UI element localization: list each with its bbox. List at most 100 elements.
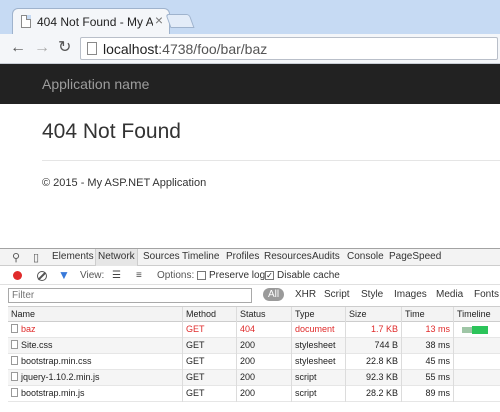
- clear-icon[interactable]: [37, 271, 47, 281]
- cell-method: GET: [183, 370, 237, 386]
- footer-text: © 2015 - My ASP.NET Application: [42, 177, 207, 189]
- tab-console[interactable]: Console: [347, 251, 384, 262]
- cell-timeline: [454, 322, 500, 338]
- page-title: 404 Not Found: [42, 120, 181, 143]
- app-name-link[interactable]: Application name: [42, 76, 149, 92]
- cell-timeline: [454, 354, 500, 370]
- request-name[interactable]: baz: [21, 324, 36, 334]
- cell-method: GET: [183, 338, 237, 354]
- filter-type-script[interactable]: Script: [324, 289, 350, 300]
- cell-size: 28.2 KB: [346, 386, 402, 402]
- cell-name: baz: [8, 322, 183, 338]
- column-header-type[interactable]: Type: [292, 307, 346, 323]
- url-path: :4738/foo/bar/baz: [158, 41, 268, 57]
- column-header-status[interactable]: Status: [237, 307, 292, 323]
- close-tab-icon[interactable]: ×: [155, 12, 163, 28]
- request-name[interactable]: jquery-1.10.2.min.js: [21, 372, 100, 382]
- filter-type-all[interactable]: All: [263, 288, 285, 301]
- table-header: Name Method Status Type Size Time Timeli…: [8, 306, 500, 323]
- record-icon[interactable]: [13, 271, 22, 280]
- cell-status: 200: [237, 354, 292, 370]
- device-mode-icon[interactable]: ▯: [33, 251, 39, 264]
- page-icon: [87, 42, 97, 55]
- table-row[interactable]: jquery-1.10.2.min.js GET 200 script 92.3 KB 5…: [8, 370, 500, 386]
- request-name[interactable]: bootstrap.min.css: [21, 356, 92, 366]
- file-icon: [11, 372, 18, 381]
- filter-input[interactable]: [8, 288, 252, 303]
- overview-icon[interactable]: ≡: [136, 270, 142, 281]
- cell-status: 404: [237, 322, 292, 338]
- tab-sources[interactable]: Sources: [143, 251, 180, 262]
- cell-size: 1.7 KB: [346, 322, 402, 338]
- file-icon: [11, 356, 18, 365]
- filter-type-fonts[interactable]: Fonts: [474, 289, 499, 300]
- table-row[interactable]: bootstrap.min.css GET 200 stylesheet 22.8 KB…: [8, 354, 500, 370]
- tab-pagespeed[interactable]: PageSpeed: [389, 251, 441, 262]
- cell-time: 55 ms: [402, 370, 454, 386]
- column-header-size[interactable]: Size: [346, 307, 402, 323]
- disable-cache-label: Disable cache: [277, 270, 340, 281]
- tab-network[interactable]: Network: [95, 249, 138, 266]
- devtools-panel: ⚲ ▯ Elements Network Sources Timeline Pr…: [0, 248, 500, 412]
- inspect-element-icon[interactable]: ⚲: [12, 251, 20, 264]
- browser-tab[interactable]: 404 Not Found - My ASP ×: [12, 8, 170, 34]
- cell-type: stylesheet: [292, 354, 346, 370]
- url-text: localhost:4738/foo/bar/baz: [103, 41, 267, 57]
- tab-profiles[interactable]: Profiles: [226, 251, 259, 262]
- cell-timeline: [454, 338, 500, 354]
- cell-type: script: [292, 386, 346, 402]
- table-row[interactable]: Site.css GET 200 stylesheet 744 B 38 ms: [8, 338, 500, 354]
- address-bar[interactable]: localhost:4738/foo/bar/baz: [80, 37, 498, 60]
- large-rows-icon[interactable]: ☰: [112, 270, 121, 281]
- cell-type: script: [292, 370, 346, 386]
- cell-time: 38 ms: [402, 338, 454, 354]
- forward-arrow-icon[interactable]: →: [34, 39, 50, 57]
- reload-icon[interactable]: ↻: [58, 39, 71, 57]
- table-row[interactable]: baz GET 404 document 1.7 KB 13 ms: [8, 322, 500, 338]
- tab-elements[interactable]: Elements: [52, 251, 94, 262]
- filter-type-xhr[interactable]: XHR: [295, 289, 316, 300]
- column-header-name[interactable]: Name: [8, 307, 183, 323]
- filter-funnel-icon[interactable]: ▼: [58, 268, 70, 282]
- column-header-timeline[interactable]: Timeline: [454, 307, 500, 323]
- back-arrow-icon[interactable]: ←: [10, 39, 26, 57]
- devtools-tab-bar: ⚲ ▯ Elements Network Sources Timeline Pr…: [0, 249, 500, 266]
- file-icon: [11, 388, 18, 397]
- column-header-time[interactable]: Time: [402, 307, 454, 323]
- timeline-waiting-bar: [462, 327, 472, 333]
- disable-cache-checkbox[interactable]: ✓: [265, 271, 274, 280]
- cell-size: 92.3 KB: [346, 370, 402, 386]
- cell-time: 45 ms: [402, 354, 454, 370]
- network-table: Name Method Status Type Size Time Timeli…: [8, 306, 500, 402]
- request-name[interactable]: Site.css: [21, 340, 53, 350]
- network-controls: ▼ View: ☰ ≡ Options: Preserve log ✓ Disa…: [0, 267, 500, 285]
- cell-time: 13 ms: [402, 322, 454, 338]
- cell-status: 200: [237, 370, 292, 386]
- options-label: Options:: [157, 270, 195, 281]
- column-header-method[interactable]: Method: [183, 307, 237, 323]
- cell-type: stylesheet: [292, 338, 346, 354]
- cell-size: 744 B: [346, 338, 402, 354]
- cell-name: jquery-1.10.2.min.js: [8, 370, 183, 386]
- new-tab-button[interactable]: [165, 14, 195, 28]
- filter-type-media[interactable]: Media: [436, 289, 463, 300]
- table-row[interactable]: bootstrap.min.js GET 200 script 28.2 KB 89 ms: [8, 386, 500, 402]
- page-favicon-icon: [21, 15, 31, 28]
- tab-timeline[interactable]: Timeline: [182, 251, 219, 262]
- cell-timeline: [454, 386, 500, 402]
- request-name[interactable]: bootstrap.min.js: [21, 388, 85, 398]
- tab-audits[interactable]: Audits: [312, 251, 340, 262]
- tab-resources[interactable]: Resources: [264, 251, 312, 262]
- site-navbar: Application name: [0, 64, 500, 104]
- preserve-log-checkbox[interactable]: [197, 271, 206, 280]
- cell-method: GET: [183, 354, 237, 370]
- filter-type-images[interactable]: Images: [394, 289, 427, 300]
- view-label: View:: [80, 270, 105, 281]
- filter-type-style[interactable]: Style: [361, 289, 383, 300]
- browser-toolbar: ← → ↻ localhost:4738/foo/bar/baz: [0, 34, 500, 64]
- cell-time: 89 ms: [402, 386, 454, 402]
- cell-method: GET: [183, 386, 237, 402]
- browser-tab-strip: 404 Not Found - My ASP ×: [0, 0, 500, 34]
- cell-name: Site.css: [8, 338, 183, 354]
- cell-type: document: [292, 322, 346, 338]
